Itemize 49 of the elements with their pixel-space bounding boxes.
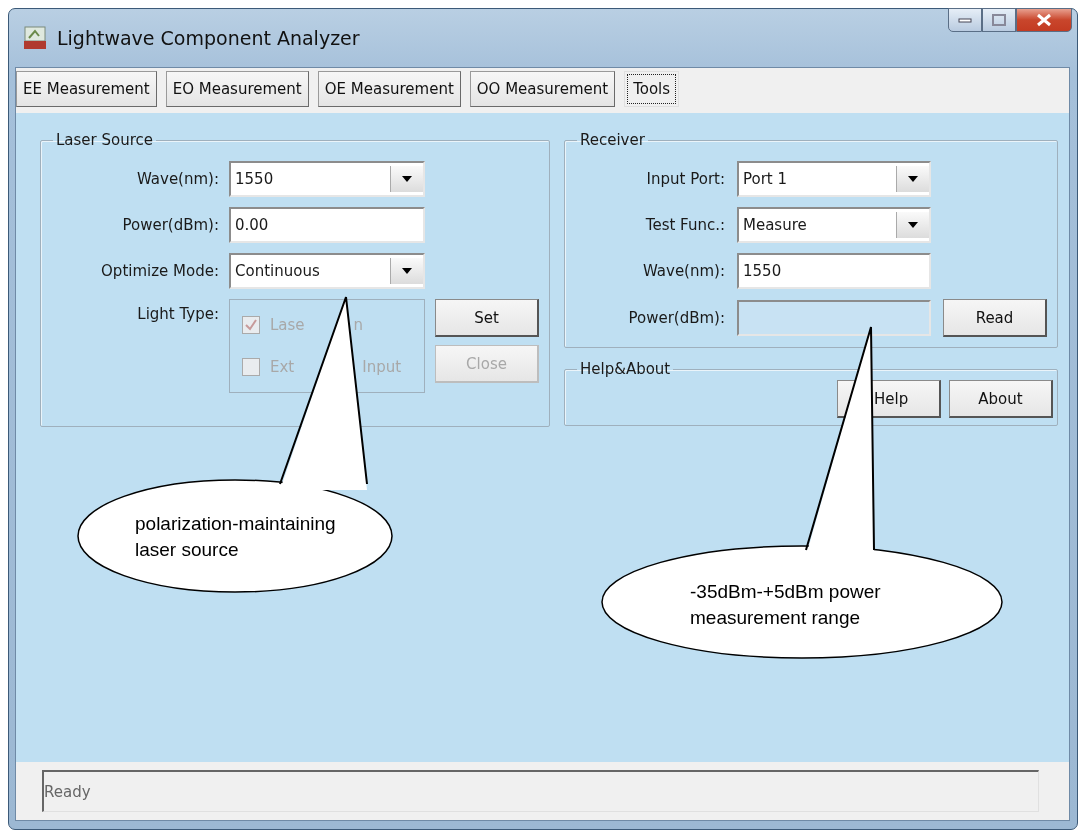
maximize-button[interactable] xyxy=(982,8,1016,32)
app-icon xyxy=(23,26,47,50)
dropdown[interactable]: 1550 xyxy=(229,161,425,197)
tab[interactable]: OE Measurement xyxy=(317,71,461,107)
tab[interactable]: Tools xyxy=(624,71,680,107)
dropdown-value: Continuous xyxy=(235,262,320,280)
field-label: Test Func.: xyxy=(645,216,725,234)
close-icon xyxy=(1036,13,1052,27)
tab[interactable]: OO Measurement xyxy=(469,71,616,107)
read-button[interactable]: Read xyxy=(943,299,1047,337)
field-label: Wave(nm): xyxy=(136,170,219,188)
minimize-button[interactable] xyxy=(948,8,982,32)
dropdown[interactable]: Measure xyxy=(737,207,931,243)
dropdown-value: Port 1 xyxy=(743,170,788,188)
dropdown-arrow-icon xyxy=(907,175,919,183)
action-button[interactable]: Set xyxy=(435,299,539,337)
close-button[interactable] xyxy=(1016,8,1072,32)
input-field[interactable]: 1550 xyxy=(737,253,931,289)
callout-text: -35dBm-+5dBm power measurement range xyxy=(690,581,881,628)
dropdown-arrow-icon xyxy=(401,175,413,183)
checkbox-label: Input xyxy=(362,358,402,376)
group-title: Laser Source xyxy=(55,131,155,149)
dropdown[interactable]: Continuous xyxy=(229,253,425,289)
dropdown-value: 1550 xyxy=(235,170,274,188)
field-label: Input Port: xyxy=(646,170,725,188)
field-label: Wave(nm): xyxy=(642,262,725,280)
tab[interactable]: EE Measurement xyxy=(16,71,157,107)
group-title: Receiver xyxy=(579,131,646,149)
checkbox-label: Ext xyxy=(270,358,295,376)
field-label: Power(dBm): xyxy=(122,216,219,234)
dropdown[interactable]: Port 1 xyxy=(737,161,931,197)
action-button[interactable]: About xyxy=(949,380,1053,418)
dropdown-arrow-icon xyxy=(401,267,413,275)
dropdown-value: Measure xyxy=(743,216,807,234)
dropdown-arrow-icon xyxy=(907,221,919,229)
tab[interactable]: EO Measurement xyxy=(165,71,309,107)
field-label: Power(dBm): xyxy=(628,309,725,327)
checkbox-label: Lase xyxy=(270,316,305,334)
field-label: Optimize Mode: xyxy=(101,262,219,280)
group-title: Help&About xyxy=(579,360,672,378)
checkbox-label: n xyxy=(353,316,364,334)
callout-text: polarization-maintaining laser source xyxy=(135,513,336,560)
input-field[interactable]: 0.00 xyxy=(229,207,425,243)
window-title: Lightwave Component Analyzer xyxy=(57,27,361,49)
checkmark-icon xyxy=(245,319,257,331)
status-text: Ready xyxy=(42,770,1039,812)
maximize-icon xyxy=(992,14,1006,26)
field-label: Light Type: xyxy=(137,305,219,323)
minimize-icon xyxy=(958,16,972,24)
